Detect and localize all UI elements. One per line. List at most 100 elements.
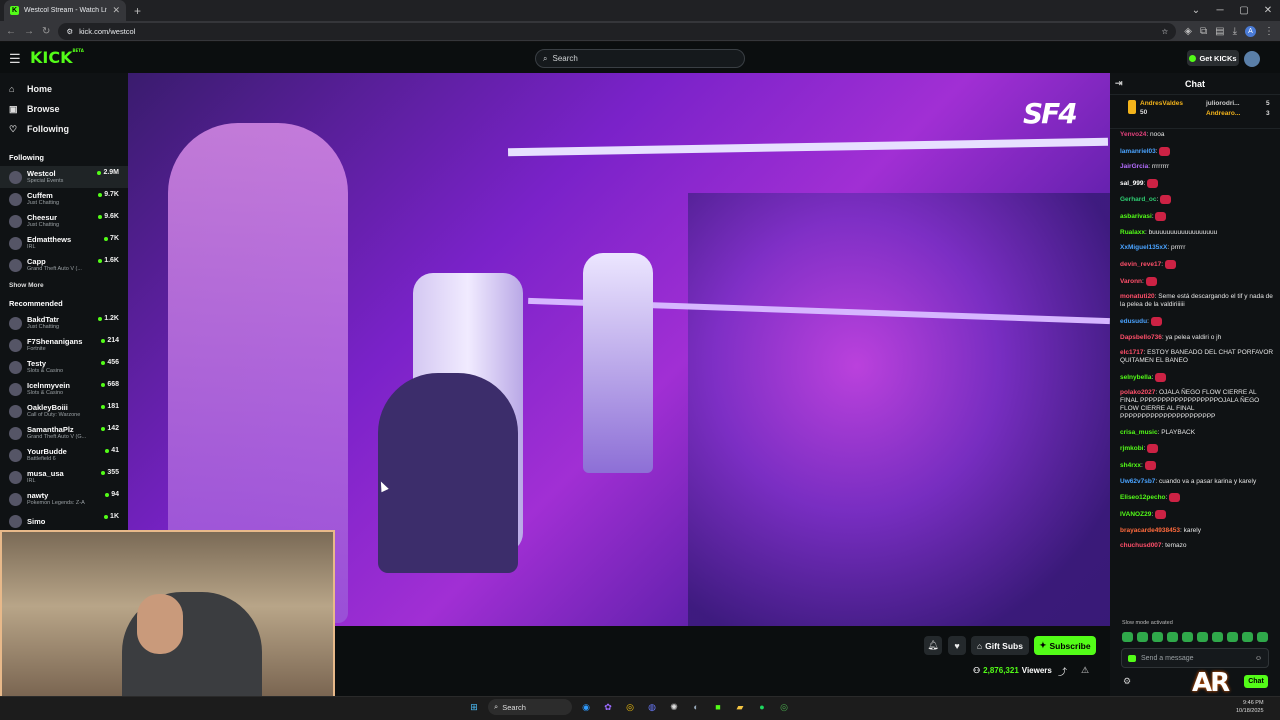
site-info-icon[interactable]: ⚙ bbox=[66, 27, 73, 36]
user-avatar[interactable] bbox=[1244, 51, 1260, 67]
sidebar-channel-bakdtatr[interactable]: BakdTatr Just Chatting 1.2K bbox=[0, 312, 128, 334]
sidebar-channel-testy[interactable]: Testy Slots & Casino 456 bbox=[0, 356, 128, 378]
chat-username[interactable]: selnybella bbox=[1120, 374, 1151, 381]
chat-username[interactable]: devin_reve17 bbox=[1120, 261, 1161, 268]
emoji-picker-icon[interactable]: ☺ bbox=[1255, 655, 1262, 662]
nav-following[interactable]: ♡ Following bbox=[0, 119, 128, 139]
chat-username[interactable]: Uw62v7sb7 bbox=[1120, 478, 1155, 485]
chat-username[interactable]: rjmkobi bbox=[1120, 445, 1143, 452]
file-explorer-icon[interactable]: ▰ bbox=[732, 699, 748, 715]
chat-username[interactable]: sh4rxx bbox=[1120, 462, 1141, 469]
edge-icon[interactable]: ◉ bbox=[578, 699, 594, 715]
steam-icon[interactable]: ◐ bbox=[688, 699, 704, 715]
chat-username[interactable]: Dapsbello736 bbox=[1120, 334, 1162, 341]
chat-message-input[interactable]: Send a message ☺ bbox=[1121, 648, 1269, 668]
emote-icon[interactable] bbox=[1227, 632, 1238, 642]
kick-logo[interactable]: KICKBETA bbox=[30, 48, 84, 67]
warning-icon[interactable]: ⚠ bbox=[1081, 665, 1089, 676]
sidebar-channel-icelnmyvein[interactable]: Icelnmyvein Slots & Casino 668 bbox=[0, 378, 128, 400]
chat-username[interactable]: sal_999 bbox=[1120, 180, 1144, 187]
sidebar-channel-samanthaplz[interactable]: SamanthaPlz Grand Theft Auto V (G... 142 bbox=[0, 422, 128, 444]
kick-app-icon[interactable]: ■ bbox=[710, 699, 726, 715]
chat-username[interactable]: monatuti20 bbox=[1120, 293, 1155, 300]
chrome-icon[interactable]: ◎ bbox=[622, 699, 638, 715]
sidebar-channel-capp[interactable]: Capp Grand Theft Auto V (... 1.6K bbox=[0, 254, 128, 276]
gift-subs-button[interactable]: ⌂ Gift Subs bbox=[971, 636, 1029, 655]
share-icon[interactable]: ⤴ bbox=[1058, 665, 1067, 678]
sidebar-channel-edmatthews[interactable]: Edmatthews IRL 7K bbox=[0, 232, 128, 254]
close-window-icon[interactable]: ✕ bbox=[1256, 0, 1280, 21]
chat-username[interactable]: chuchusd007 bbox=[1120, 542, 1162, 549]
sidebar-channel-cuffem[interactable]: Cuffem Just Chatting 9.7K bbox=[0, 188, 128, 210]
chat-username[interactable]: elc1717 bbox=[1120, 349, 1144, 356]
discord-icon[interactable]: ◍ bbox=[644, 699, 660, 715]
chat-username[interactable]: Rualaxx bbox=[1120, 229, 1145, 236]
forward-icon[interactable]: → bbox=[24, 26, 34, 37]
back-icon[interactable]: ← bbox=[6, 26, 16, 37]
system-clock[interactable]: 9:46 PM 10/18/2025 bbox=[1236, 699, 1264, 715]
send-chat-button[interactable]: Chat bbox=[1244, 675, 1268, 688]
emote-icon[interactable] bbox=[1212, 632, 1223, 642]
nav-browse[interactable]: ▣ Browse bbox=[0, 99, 128, 119]
chat-username[interactable]: Eliseo12pecho bbox=[1120, 494, 1166, 501]
sidebar-channel-musa_usa[interactable]: musa_usa IRL 355 bbox=[0, 466, 128, 488]
nav-home[interactable]: ⌂ Home bbox=[0, 79, 128, 99]
maximize-icon[interactable]: ▢ bbox=[1232, 0, 1256, 21]
chat-username[interactable]: IVANOZ29 bbox=[1120, 511, 1151, 518]
sidebar-channel-f7shenanigans[interactable]: F7Shenanigans Fortnite 214 bbox=[0, 334, 128, 356]
new-tab-icon[interactable]: + bbox=[134, 4, 141, 18]
emote-icon[interactable] bbox=[1242, 632, 1253, 642]
emote-icon[interactable] bbox=[1122, 632, 1133, 642]
chrome-active-icon[interactable]: ◎ bbox=[776, 699, 792, 715]
chat-username[interactable]: Yenvo24 bbox=[1120, 131, 1146, 138]
profile-avatar-icon[interactable]: A bbox=[1245, 25, 1256, 37]
get-kicks-button[interactable]: Get KICKs bbox=[1187, 50, 1239, 66]
bookmark-star-icon[interactable]: ☆ bbox=[1162, 27, 1169, 36]
chevron-down-icon[interactable]: ⌄ bbox=[1184, 0, 1208, 21]
emote-icon[interactable] bbox=[1137, 632, 1148, 642]
hamburger-menu-icon[interactable]: ☰ bbox=[9, 51, 21, 67]
emote-icon[interactable] bbox=[1182, 632, 1193, 642]
show-more-button[interactable]: Show More bbox=[0, 276, 128, 291]
sidebar-channel-oakleyboiii[interactable]: OakleyBoiii Call of Duty: Warzone 181 bbox=[0, 400, 128, 422]
chat-username[interactable]: Varonn bbox=[1120, 278, 1142, 285]
chat-username[interactable]: JairGrcia bbox=[1120, 163, 1148, 170]
chat-settings-icon[interactable]: ⚙ bbox=[1123, 676, 1131, 687]
sidebar-channel-yourbudde[interactable]: YourBudde Battlefield 6 41 bbox=[0, 444, 128, 466]
windows-start-icon[interactable]: ⊞ bbox=[466, 699, 482, 715]
reload-icon[interactable]: ↻ bbox=[42, 26, 50, 37]
emote-icon[interactable] bbox=[1167, 632, 1178, 642]
subscribe-button[interactable]: ✦ Subscribe bbox=[1034, 636, 1096, 655]
emote-icon[interactable] bbox=[1257, 632, 1268, 642]
taskbar-search[interactable]: ⌕ Search bbox=[488, 699, 572, 715]
emote-icon[interactable] bbox=[1152, 632, 1163, 642]
puzzle-icon[interactable]: ⧉ bbox=[1200, 26, 1207, 37]
chat-username[interactable]: lamanriel03 bbox=[1120, 148, 1156, 155]
sidebar-channel-simo[interactable]: Simo 1K bbox=[0, 510, 128, 532]
chat-username[interactable]: Gerhard_oc bbox=[1120, 197, 1157, 204]
notification-bell-icon[interactable]: 🔔︎ bbox=[924, 636, 942, 655]
chat-username[interactable]: asbarivasi bbox=[1120, 213, 1152, 220]
chat-username[interactable]: XxMiguel135xX bbox=[1120, 244, 1167, 251]
sidebar-toggle-icon[interactable]: ▤ bbox=[1215, 26, 1224, 37]
collapse-chat-icon[interactable]: ⇥ bbox=[1115, 78, 1123, 89]
chat-username[interactable]: brayacarde4938453 bbox=[1120, 527, 1180, 534]
sidebar-channel-cheesur[interactable]: Cheesur Just Chatting 9.6K bbox=[0, 210, 128, 232]
extension-icon[interactable]: ◈ bbox=[1184, 26, 1192, 37]
close-tab-icon[interactable]: ✕ bbox=[112, 5, 120, 16]
browser-tab[interactable]: K Westcol Stream - Watch Live o ✕ bbox=[4, 0, 126, 21]
chat-username[interactable]: polako2027 bbox=[1120, 389, 1155, 396]
sidebar-channel-nawty[interactable]: nawty Pokemon Legends: Z-A 94 bbox=[0, 488, 128, 510]
url-input[interactable]: ⚙ kick.com/westcol ☆ bbox=[58, 22, 1177, 40]
search-input[interactable]: ⌕ Search bbox=[535, 49, 745, 68]
minimize-icon[interactable]: ─ bbox=[1208, 0, 1232, 21]
menu-dots-icon[interactable]: ⋮ bbox=[1264, 26, 1274, 37]
follow-heart-icon[interactable]: ♥ bbox=[948, 636, 966, 655]
copilot-icon[interactable]: ✿ bbox=[600, 699, 616, 715]
sidebar-channel-westcol[interactable]: Westcol Special Events 2.9M bbox=[0, 166, 128, 188]
chat-username[interactable]: edusudu bbox=[1120, 318, 1147, 325]
download-icon[interactable]: ⤓ bbox=[1233, 26, 1237, 37]
openai-icon[interactable]: ✺ bbox=[666, 699, 682, 715]
spotify-icon[interactable]: ● bbox=[754, 699, 770, 715]
chat-username[interactable]: crisa_music bbox=[1120, 429, 1158, 436]
